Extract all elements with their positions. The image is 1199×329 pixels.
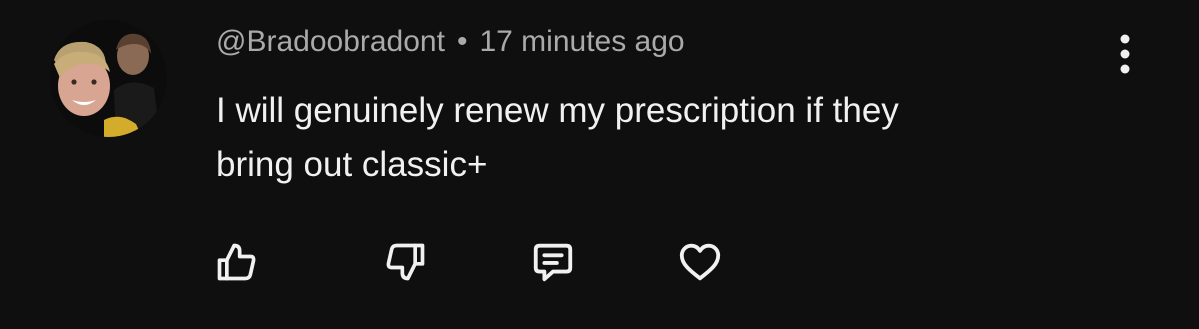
thumbs-up-icon: [217, 243, 256, 281]
author-handle[interactable]: @Bradoobradont: [216, 25, 445, 58]
avatar[interactable]: [50, 20, 167, 137]
vertical-dots-icon: [1120, 34, 1130, 74]
comment-meta: @Bradoobradont • 17 minutes ago: [216, 22, 685, 62]
comment: @Bradoobradont • 17 minutes ago I will gen…: [0, 0, 1199, 329]
reply-button[interactable]: [525, 234, 581, 290]
comment-text-line: bring out classic+: [216, 145, 488, 184]
more-options-button[interactable]: [1108, 30, 1142, 82]
comment-text: I will genuinely renew my prescription i…: [216, 84, 1116, 192]
comment-timestamp[interactable]: 17 minutes ago: [479, 25, 684, 58]
heart-button[interactable]: [672, 234, 728, 290]
avatar-image: [50, 20, 167, 137]
reply-comment-icon: [533, 243, 573, 282]
meta-separator: •: [456, 25, 468, 58]
like-button[interactable]: [208, 234, 264, 290]
comment-actions: [0, 234, 1199, 294]
dislike-button[interactable]: [378, 234, 434, 290]
comment-text-line: I will genuinely renew my prescription i…: [216, 91, 899, 130]
heart-icon: [679, 243, 721, 281]
thumbs-down-icon: [386, 243, 425, 281]
